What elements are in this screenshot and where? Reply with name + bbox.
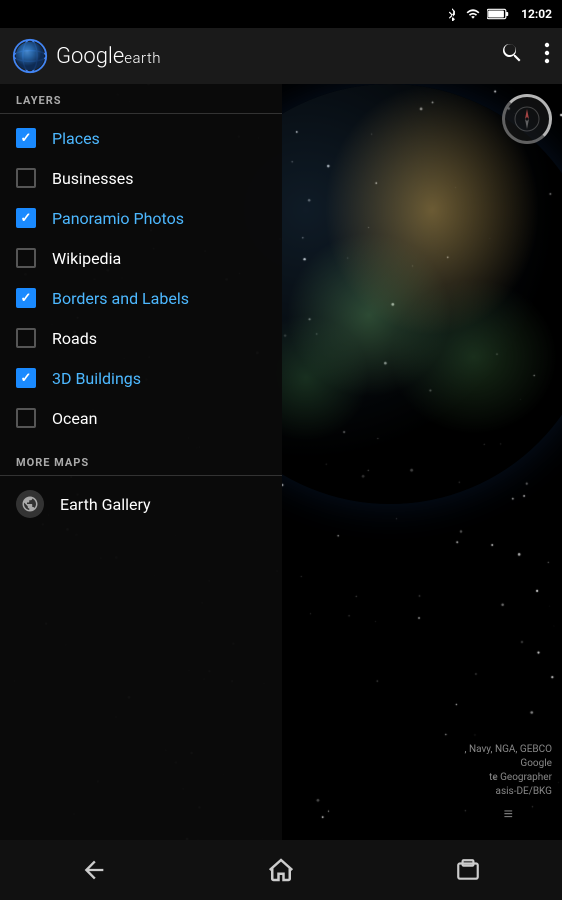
menu-lines-icon: ≡ — [465, 803, 552, 825]
checkbox-buildings[interactable]: ✓ — [16, 368, 36, 388]
status-icons: 12:02 — [445, 7, 552, 21]
sidebar: LAYERS ✓ Places Businesses ✓ Panoramio P… — [0, 84, 282, 840]
battery-icon — [487, 8, 509, 20]
search-button[interactable] — [500, 41, 524, 71]
search-icon — [500, 41, 524, 65]
layer-businesses[interactable]: Businesses — [0, 158, 282, 198]
label-buildings: 3D Buildings — [52, 369, 141, 388]
bluetooth-icon — [445, 7, 459, 21]
layer-wikipedia[interactable]: Wikipedia — [0, 238, 282, 278]
checkbox-roads[interactable] — [16, 328, 36, 348]
label-earth-gallery: Earth Gallery — [60, 495, 151, 514]
checkbox-wikipedia[interactable] — [16, 248, 36, 268]
status-bar: 12:02 — [0, 0, 562, 28]
logo-area: Google earth — [12, 38, 500, 74]
checkbox-places[interactable]: ✓ — [16, 128, 36, 148]
app-logo — [12, 38, 48, 74]
checkmark-places: ✓ — [21, 132, 32, 145]
label-ocean: Ocean — [52, 409, 97, 428]
logo-earth-text: earth — [124, 49, 161, 67]
layer-ocean[interactable]: Ocean — [0, 398, 282, 438]
home-icon — [266, 855, 296, 885]
copyright-line-2: Google — [465, 757, 552, 771]
top-actions — [500, 41, 550, 71]
earth-container — [240, 84, 562, 604]
more-icon — [544, 41, 550, 65]
checkbox-panoramio[interactable]: ✓ — [16, 208, 36, 228]
label-places: Places — [52, 129, 100, 148]
layers-header: LAYERS — [0, 84, 282, 113]
copyright-line-1: , Navy, NGA, GEBCO — [465, 743, 552, 757]
checkbox-borders[interactable]: ✓ — [16, 288, 36, 308]
layers-divider — [0, 113, 282, 114]
more-maps-divider — [0, 475, 282, 476]
nav-back-button[interactable] — [64, 850, 124, 890]
checkbox-businesses[interactable] — [16, 168, 36, 188]
checkbox-ocean[interactable] — [16, 408, 36, 428]
wifi-icon — [465, 7, 481, 21]
compass[interactable] — [502, 94, 552, 144]
copyright-line-4: asis-DE/BKG — [465, 785, 552, 799]
checkmark-borders: ✓ — [21, 292, 32, 305]
logo-google-text: Google — [56, 44, 124, 69]
bottom-nav — [0, 840, 562, 900]
earth-gallery-icon — [16, 490, 44, 518]
label-roads: Roads — [52, 329, 97, 348]
label-borders: Borders and Labels — [52, 289, 189, 308]
recents-icon — [455, 857, 481, 883]
compass-inner — [513, 105, 541, 133]
more-button[interactable] — [544, 41, 550, 71]
layer-panoramio[interactable]: ✓ Panoramio Photos — [0, 198, 282, 238]
compass-ring — [502, 94, 552, 144]
globe-icon — [21, 495, 39, 513]
label-wikipedia: Wikipedia — [52, 249, 121, 268]
label-businesses: Businesses — [52, 169, 134, 188]
logo-text: Google earth — [56, 44, 161, 69]
layer-earth-gallery[interactable]: Earth Gallery — [0, 480, 282, 528]
more-maps-header: MORE MAPS — [0, 446, 282, 475]
back-arrow-icon — [80, 856, 108, 884]
layer-roads[interactable]: Roads — [0, 318, 282, 358]
status-time: 12:02 — [521, 7, 552, 21]
checkmark-buildings: ✓ — [21, 372, 32, 385]
copyright-area: , Navy, NGA, GEBCO Google te Geographer … — [465, 743, 552, 825]
layer-places[interactable]: ✓ Places — [0, 118, 282, 158]
copyright-line-3: te Geographer — [465, 771, 552, 785]
nav-home-button[interactable] — [251, 850, 311, 890]
checkmark-panoramio: ✓ — [21, 212, 32, 225]
layer-buildings[interactable]: ✓ 3D Buildings — [0, 358, 282, 398]
label-panoramio: Panoramio Photos — [52, 209, 184, 228]
layer-borders[interactable]: ✓ Borders and Labels — [0, 278, 282, 318]
nav-recents-button[interactable] — [438, 850, 498, 890]
top-bar: Google earth — [0, 28, 562, 84]
